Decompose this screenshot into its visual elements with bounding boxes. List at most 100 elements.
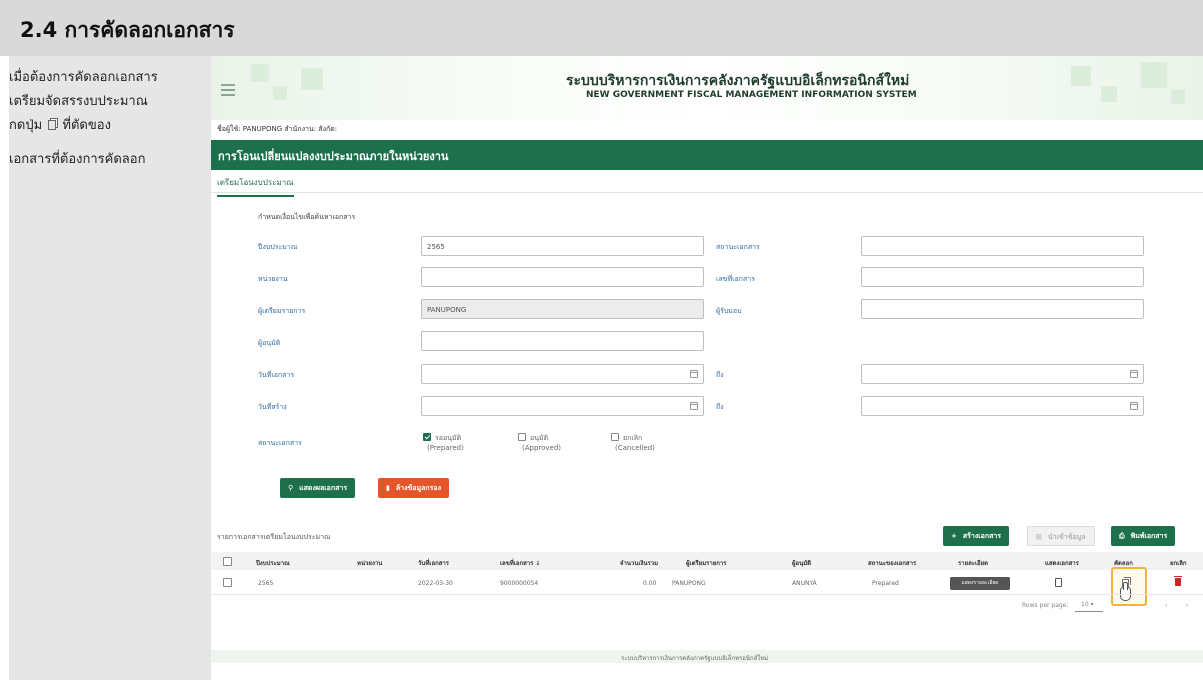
tab-prepare-transfer[interactable]: เตรียมโอนงบประมาณ bbox=[217, 176, 294, 197]
clear-filter-label: ล้างข้อมูลกรอง bbox=[395, 484, 442, 492]
fiscal-year-input[interactable]: 2565 bbox=[421, 236, 704, 256]
col-doc-date[interactable]: วันที่เอกสาร bbox=[418, 558, 449, 568]
import-label: นำเข้าข้อมูล bbox=[1047, 533, 1086, 541]
created-date-label: วันที่สร้าง bbox=[258, 403, 287, 411]
section-title: การโอนเปลี่ยนแปลงงบประมาณภายในหน่วยงาน bbox=[218, 150, 449, 163]
cell-doc-date: 2022-03-30 bbox=[418, 580, 453, 587]
status-cancelled-label: ยกเลิก bbox=[623, 434, 643, 442]
banner-decor bbox=[1141, 62, 1167, 88]
hamburger-menu-icon[interactable] bbox=[221, 84, 235, 99]
unit-input[interactable] bbox=[421, 267, 704, 287]
footer: ระบบบริหารการเงินการคลังภาครัฐแบบอิเล็กท… bbox=[211, 650, 1203, 663]
preparer-input: PANUPONG bbox=[421, 299, 704, 319]
status-filter-label: สถานะเอกสาร bbox=[258, 439, 302, 447]
col-amount[interactable]: จำนวนเงินรวม bbox=[620, 558, 658, 568]
import-icon: ⊞ bbox=[1036, 533, 1042, 541]
doc-no-input[interactable] bbox=[861, 267, 1144, 287]
banner-decor bbox=[273, 86, 287, 100]
status-approved-en: (Approved) bbox=[522, 444, 562, 452]
instruction-line-1: เมื่อต้องการคัดลอกเอกสาร bbox=[9, 70, 158, 85]
approver-input[interactable] bbox=[421, 331, 704, 351]
next-page-icon[interactable]: › bbox=[1186, 602, 1188, 609]
banner-decor bbox=[1101, 86, 1117, 102]
col-doc-no[interactable]: เลขที่เอกสาร ↓ bbox=[500, 558, 540, 568]
instruction-line-3: กดปุ่ม ที่ตัดของ bbox=[9, 114, 111, 138]
doc-status-label: สถานะเอกสาร bbox=[716, 243, 760, 251]
unit-label: หน่วยงาน bbox=[258, 275, 288, 283]
banner-decor bbox=[301, 68, 323, 90]
row-divider bbox=[211, 594, 1203, 595]
cell-amount: 0.00 bbox=[643, 580, 657, 587]
cell-approver: ANUNYA bbox=[792, 580, 817, 587]
status-prepared-checkbox[interactable]: รออนุมัติ (Prepared) bbox=[423, 433, 464, 453]
approver-label: ผู้อนุมัติ bbox=[258, 339, 281, 347]
instruction-line-2: เตรียมจัดสรรงบประมาณ bbox=[9, 94, 148, 109]
calendar-icon[interactable] bbox=[690, 370, 698, 378]
trash-icon: ▮ bbox=[386, 484, 390, 492]
section-header: การโอนเปลี่ยนแปลงงบประมาณภายในหน่วยงาน bbox=[211, 140, 1203, 170]
create-document-label: สร้างเอกสาร bbox=[962, 532, 1002, 540]
calendar-icon[interactable] bbox=[690, 402, 698, 410]
status-prepared-en: (Prepared) bbox=[427, 444, 464, 452]
col-unit[interactable]: หน่วยงาน bbox=[357, 558, 382, 568]
status-approved-checkbox[interactable]: อนุมัติ (Approved) bbox=[518, 433, 561, 453]
doc-date-from-input[interactable] bbox=[421, 364, 704, 384]
tab-divider bbox=[211, 192, 1203, 193]
created-date-to-label: ถึง bbox=[716, 403, 724, 411]
prev-page-icon[interactable]: ‹ bbox=[1165, 602, 1167, 609]
checkbox-checked[interactable] bbox=[423, 433, 431, 441]
reviewer-input[interactable] bbox=[861, 299, 1144, 319]
list-title: รายการเอกสารเตรียมโอนงบประมาณ bbox=[217, 533, 331, 541]
print-button[interactable]: ⎙ พิมพ์เอกสาร bbox=[1111, 526, 1176, 546]
search-icon: ⚲ bbox=[288, 484, 294, 492]
page-title: 2.4 การคัดลอกเอกสาร bbox=[20, 18, 235, 42]
banner-decor bbox=[1171, 90, 1185, 104]
col-approver[interactable]: ผู้อนุมัติ bbox=[792, 558, 811, 568]
status-prepared-label: รออนุมัติ bbox=[435, 434, 462, 442]
trash-icon[interactable] bbox=[1174, 576, 1182, 586]
checkbox[interactable] bbox=[518, 433, 526, 441]
rows-per-page-label: Rows per page: bbox=[1022, 602, 1069, 609]
col-preparer[interactable]: ผู้เตรียมรายการ bbox=[686, 558, 727, 568]
row-checkbox[interactable] bbox=[223, 578, 232, 587]
cell-preparer: PANUPONG bbox=[672, 580, 706, 587]
search-button[interactable]: ⚲ แสดงผลเอกสาร bbox=[280, 478, 356, 498]
page-header: 2.4 การคัดลอกเอกสาร bbox=[0, 0, 1203, 56]
system-title-en: NEW GOVERNMENT FISCAL MANAGEMENT INFORMA… bbox=[586, 90, 917, 100]
import-button: ⊞ นำเข้าข้อมูล bbox=[1027, 526, 1095, 546]
system-banner: ระบบบริหารการเงินการคลังภาครัฐแบบอิเล็กท… bbox=[211, 56, 1203, 120]
doc-date-to-input[interactable] bbox=[861, 364, 1144, 384]
cell-fiscal-year: 2565 bbox=[258, 580, 274, 587]
search-hint: กำหนดเงื่อนไขเพื่อค้นหาเอกสาร bbox=[258, 213, 356, 221]
create-document-button[interactable]: + สร้างเอกสาร bbox=[943, 526, 1010, 546]
col-fiscal-year[interactable]: ปีงบประมาณ bbox=[256, 558, 290, 568]
cell-doc-no: 9000000054 bbox=[500, 580, 539, 587]
created-date-from-input[interactable] bbox=[421, 396, 704, 416]
print-label: พิมพ์เอกสาร bbox=[1130, 532, 1168, 540]
instruction-line-3-post: ที่ตัดของ bbox=[62, 118, 111, 133]
instruction-line-3-pre: กดปุ่ม bbox=[9, 118, 43, 133]
doc-no-label: เลขที่เอกสาร bbox=[716, 275, 755, 283]
checkbox[interactable] bbox=[611, 433, 619, 441]
calendar-icon[interactable] bbox=[1130, 402, 1138, 410]
printer-icon: ⎙ bbox=[1119, 532, 1125, 540]
rows-per-page-select[interactable]: 10 ▾ bbox=[1075, 600, 1103, 612]
cell-status: Prepared bbox=[872, 580, 899, 587]
show-details-button[interactable]: แสดงรายละเอียด bbox=[950, 577, 1010, 590]
col-status[interactable]: สถานะของเอกสาร bbox=[868, 558, 916, 568]
instruction-line-4: เอกสารที่ต้องการคัดลอก bbox=[9, 152, 146, 167]
show-document-icon[interactable] bbox=[1055, 578, 1062, 587]
fiscal-year-label: ปีงบประมาณ bbox=[258, 243, 298, 251]
calendar-icon[interactable] bbox=[1130, 370, 1138, 378]
col-show-doc: แสดงเอกสาร bbox=[1045, 560, 1079, 567]
status-cancelled-en: (Cancelled) bbox=[615, 444, 655, 452]
banner-decor bbox=[1071, 66, 1091, 86]
status-cancelled-checkbox[interactable]: ยกเลิก (Cancelled) bbox=[611, 433, 655, 453]
search-button-label: แสดงผลเอกสาร bbox=[299, 484, 348, 492]
doc-date-label: วันที่เอกสาร bbox=[258, 371, 295, 379]
created-date-to-input[interactable] bbox=[861, 396, 1144, 416]
select-all-checkbox[interactable] bbox=[223, 557, 232, 566]
clear-filter-button[interactable]: ▮ ล้างข้อมูลกรอง bbox=[378, 478, 450, 498]
doc-status-input[interactable] bbox=[861, 236, 1144, 256]
doc-date-to-label: ถึง bbox=[716, 371, 724, 379]
